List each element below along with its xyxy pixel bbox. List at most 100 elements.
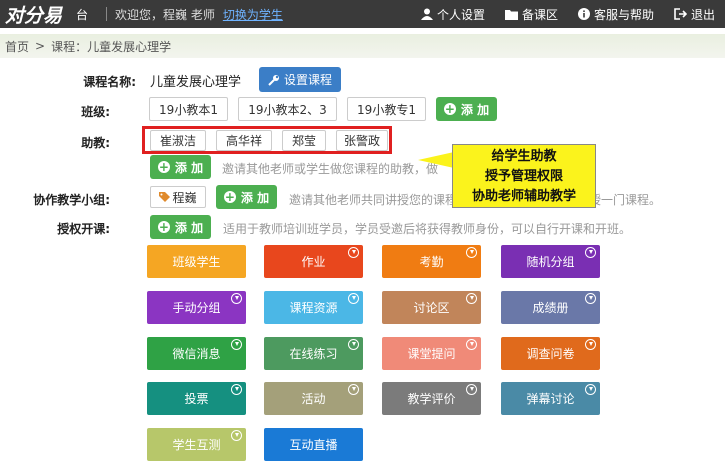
feature-tile[interactable]: 班级学生 (147, 245, 246, 278)
course-settings-button[interactable]: 设置课程 (259, 67, 341, 92)
add-class-button[interactable]: + 添 加 (436, 97, 497, 121)
plus-icon: + (157, 220, 170, 234)
feature-tile-label: 学生互测 (172, 438, 221, 452)
course-settings-label: 设置课程 (283, 73, 332, 87)
feature-tile[interactable]: 活动 (264, 382, 363, 415)
class-chip[interactable]: 19小教本1 (149, 97, 228, 121)
breadcrumb-current: 课程：儿童发展心理学 (51, 39, 172, 54)
nav-label: 个人设置 (436, 7, 485, 22)
breadcrumb: 首页 > 课程：儿童发展心理学 (0, 34, 725, 58)
class-chip[interactable]: 19小教专1 (347, 97, 426, 121)
feature-tile-label: 随机分组 (526, 255, 575, 269)
license-hint: 适用于教师培训班学员，学员受邀后将获得教师身份，可以自行开课和开班。 (223, 222, 632, 236)
feature-tile[interactable]: 成绩册 (501, 291, 600, 324)
download-icon[interactable] (231, 384, 242, 395)
feature-tile-label: 微信消息 (172, 347, 221, 361)
feature-tile[interactable]: 调查问卷 (501, 337, 600, 370)
feature-tile[interactable]: 课堂提问 (382, 337, 481, 370)
top-bar: 对分易 台 欢迎您，程巍 老师 切换为学生 个人设置 备课区 客服与帮助 退出 (0, 0, 725, 28)
feature-tile[interactable]: 讨论区 (382, 291, 481, 324)
feature-tile-label: 互动直播 (289, 438, 338, 452)
feature-tile[interactable]: 学生互测 (147, 428, 246, 461)
feature-tile-label: 课堂提问 (407, 347, 456, 361)
feature-tile[interactable]: 弹幕讨论 (501, 382, 600, 415)
welcome-text: 欢迎您，程巍 老师 (115, 7, 215, 22)
download-icon[interactable] (585, 384, 596, 395)
nav-prep-area[interactable]: 备课区 (495, 0, 568, 28)
nav-logout[interactable]: 退出 (664, 0, 725, 28)
class-chip[interactable]: 19小教本2、3 (238, 97, 337, 121)
feature-tile-label: 弹幕讨论 (526, 392, 575, 406)
breadcrumb-home[interactable]: 首页 (5, 38, 29, 55)
callout-line: 授予管理权限 (484, 169, 563, 184)
feature-tile-label: 调查问卷 (526, 347, 575, 361)
feature-tile[interactable]: 随机分组 (501, 245, 600, 278)
switch-to-student-link[interactable]: 切换为学生 (223, 6, 283, 23)
platform-suffix: 台 (76, 7, 89, 22)
download-icon[interactable] (348, 247, 359, 258)
download-icon[interactable] (466, 247, 477, 258)
breadcrumb-separator: > (35, 39, 46, 53)
info-icon (577, 8, 590, 20)
callout-pointer (418, 152, 454, 168)
assistant-label: 助教: (81, 136, 110, 150)
download-icon[interactable] (348, 384, 359, 395)
license-label: 授权开课: (57, 222, 110, 236)
feature-tile-label: 课程资源 (289, 301, 338, 315)
feature-tile-label: 班级学生 (172, 255, 221, 269)
feature-tile[interactable]: 教学评价 (382, 382, 481, 415)
assistant-hint: 邀请其他老师或学生做您课程的助教，做 (222, 162, 439, 176)
wrench-icon (268, 74, 279, 86)
add-label: 添 加 (460, 102, 490, 117)
nav-label: 客服与帮助 (593, 7, 654, 22)
plus-icon: + (443, 102, 456, 116)
add-label: 添 加 (240, 190, 270, 205)
user-icon (420, 8, 433, 20)
feature-tile[interactable]: 作业 (264, 245, 363, 278)
download-icon[interactable] (231, 430, 242, 441)
add-assistant-button[interactable]: + 添 加 (150, 155, 211, 179)
feature-tile-label: 考勤 (419, 255, 444, 269)
feature-tile-label: 手动分组 (172, 301, 221, 315)
nav-help[interactable]: 客服与帮助 (568, 0, 664, 28)
download-icon[interactable] (348, 293, 359, 304)
callout-line: 给学生助教 (491, 149, 557, 164)
course-name-label: 课程名称: (83, 75, 136, 89)
download-icon[interactable] (348, 339, 359, 350)
add-label: 添 加 (174, 160, 204, 175)
callout-line: 协助老师辅助教学 (471, 189, 576, 204)
divider (106, 7, 107, 21)
download-icon[interactable] (466, 293, 477, 304)
download-icon[interactable] (585, 339, 596, 350)
feature-tile[interactable]: 考勤 (382, 245, 481, 278)
feature-tile[interactable]: 互动直播 (264, 428, 363, 461)
feature-tile-label: 投票 (184, 392, 209, 406)
feature-tile[interactable]: 手动分组 (147, 291, 246, 324)
add-team-button[interactable]: + 添 加 (216, 185, 277, 209)
team-member-chip[interactable]: 程巍 (150, 186, 206, 208)
add-license-button[interactable]: + 添 加 (150, 215, 211, 239)
annotation-callout: 给学生助教 授予管理权限 协助老师辅助教学 (452, 144, 596, 208)
nav-personal-settings[interactable]: 个人设置 (411, 0, 495, 28)
feature-tile-label: 活动 (301, 392, 326, 406)
download-icon[interactable] (585, 247, 596, 258)
feature-tile-label: 在线练习 (289, 347, 338, 361)
feature-tile[interactable]: 课程资源 (264, 291, 363, 324)
assistants-highlight-box (142, 126, 392, 154)
app-logo[interactable]: 对分易 (0, 0, 70, 28)
download-icon[interactable] (466, 384, 477, 395)
download-icon[interactable] (231, 339, 242, 350)
plus-icon: + (223, 190, 236, 204)
download-icon[interactable] (231, 293, 242, 304)
top-nav: 个人设置 备课区 客服与帮助 退出 (411, 0, 725, 28)
team-member-name: 程巍 (172, 190, 197, 205)
class-label: 班级: (81, 105, 110, 119)
course-name: 儿童发展心理学 (150, 75, 242, 90)
feature-tile[interactable]: 投票 (147, 382, 246, 415)
feature-tile[interactable]: 微信消息 (147, 337, 246, 370)
feature-tile[interactable]: 在线练习 (264, 337, 363, 370)
feature-tile-label: 教学评价 (407, 392, 456, 406)
download-icon[interactable] (585, 293, 596, 304)
logout-icon (674, 8, 687, 20)
download-icon[interactable] (466, 339, 477, 350)
